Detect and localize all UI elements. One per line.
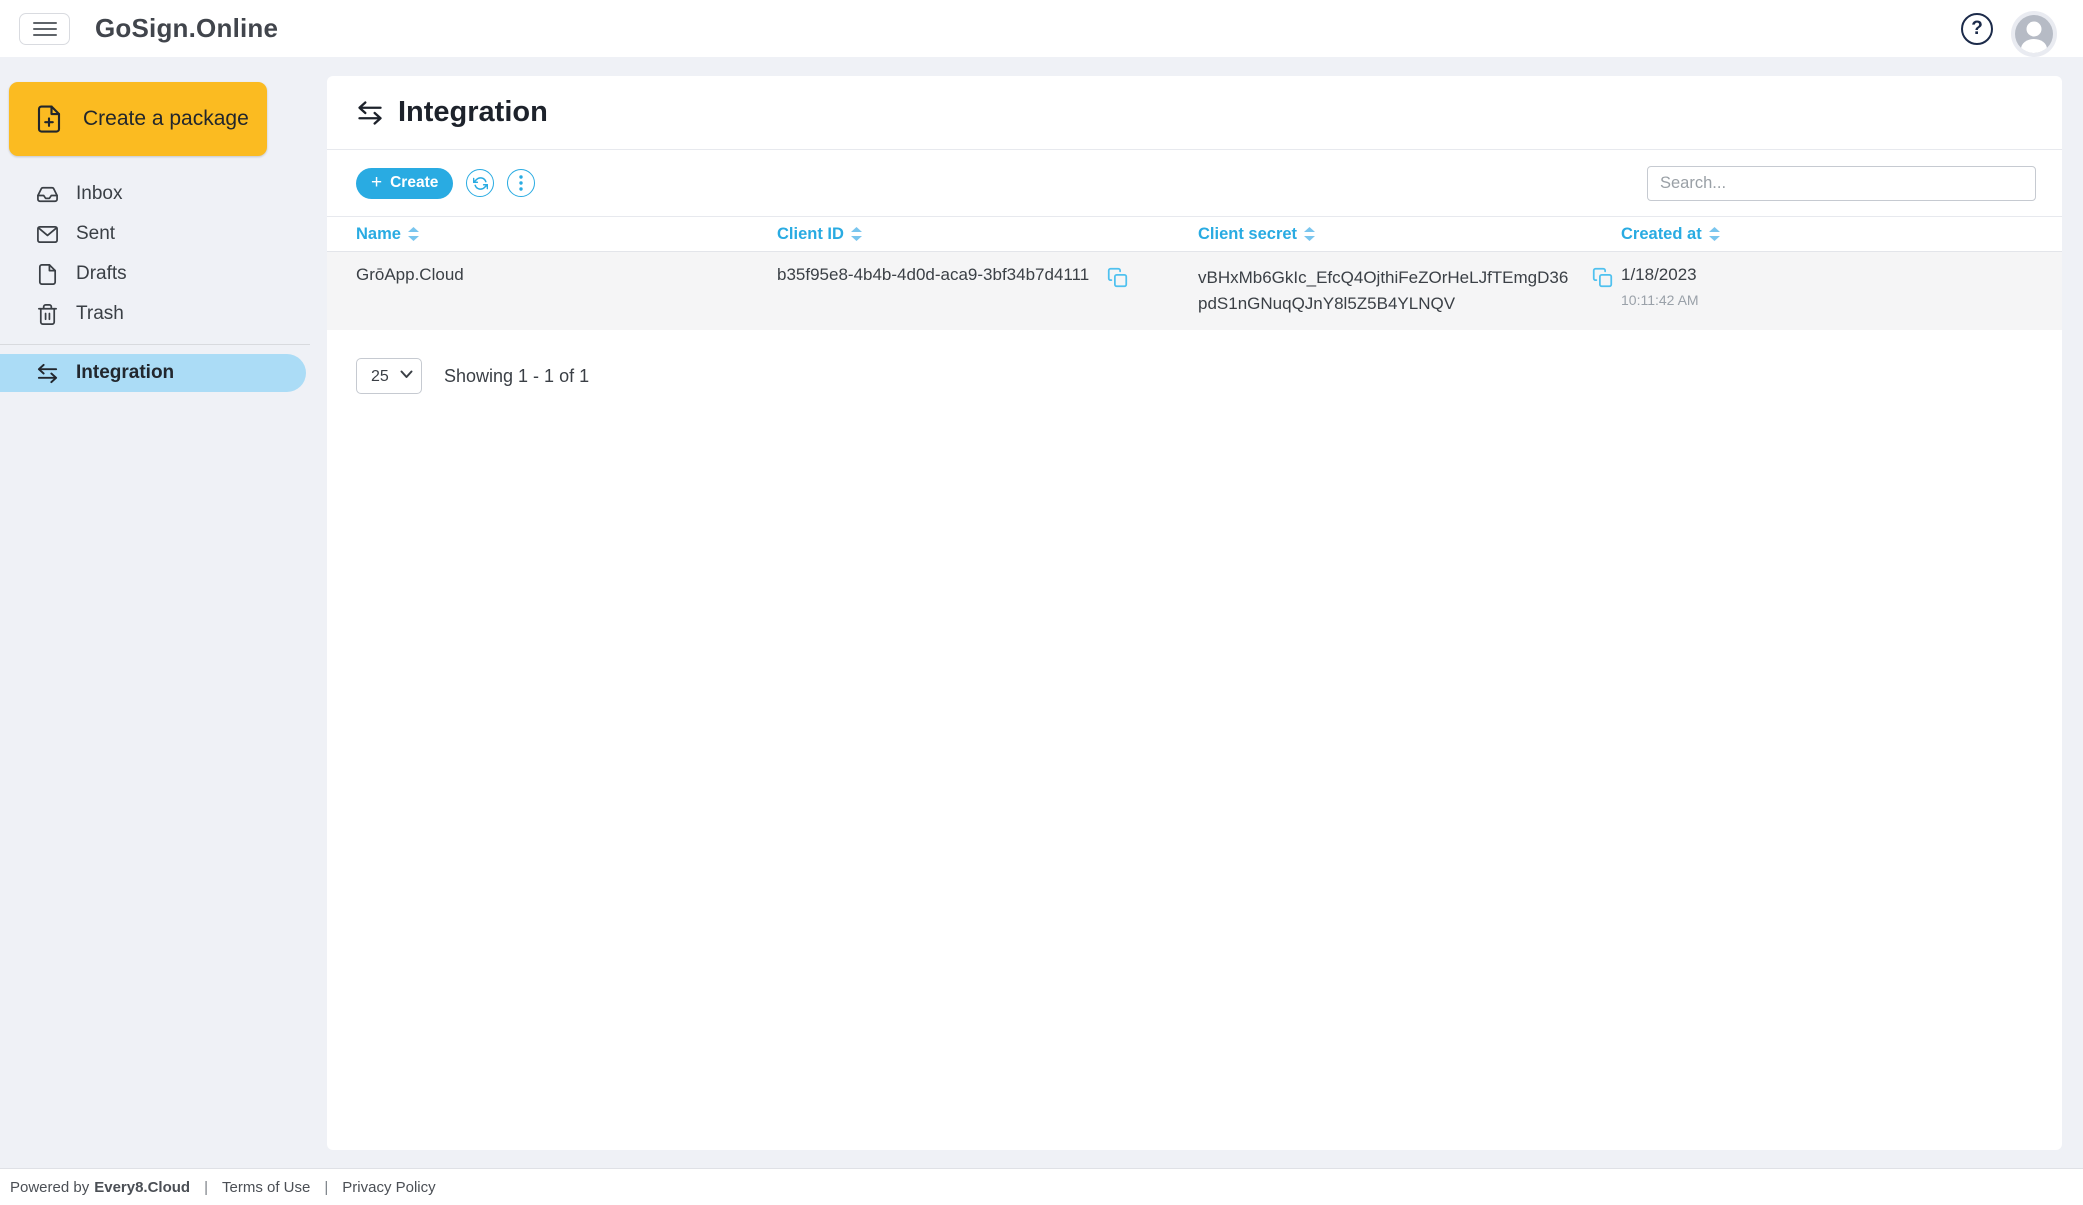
column-header-name[interactable]: Name xyxy=(356,217,777,251)
page-summary: Showing 1 - 1 of 1 xyxy=(444,366,589,387)
plus-icon: + xyxy=(371,173,382,192)
sidebar-divider xyxy=(0,344,310,345)
sidebar-item-drafts[interactable]: Drafts xyxy=(0,254,310,294)
copy-client-id-button[interactable] xyxy=(1107,266,1128,289)
create-button[interactable]: + Create xyxy=(356,168,453,199)
client-id-cell: b35f95e8-4b4b-4d0d-aca9-3bf34b7d4111 xyxy=(777,265,1198,330)
refresh-button[interactable] xyxy=(466,169,494,197)
create-package-label: Create a package xyxy=(83,107,249,131)
envelope-icon xyxy=(36,223,59,246)
sort-icon xyxy=(408,227,419,241)
client-secret-cell: vBHxMb6GkIc_EfcQ4OjthiFeZOrHeLJfTEmgD36p… xyxy=(1198,265,1621,330)
column-header-client-id[interactable]: Client ID xyxy=(777,217,1198,251)
sidebar-item-label: Inbox xyxy=(76,183,122,205)
more-options-button[interactable] xyxy=(507,169,535,197)
top-header: GoSign.Online ? xyxy=(0,0,2083,57)
panel-header: Integration xyxy=(327,76,2062,150)
sidebar-item-label: Drafts xyxy=(76,263,127,285)
sidebar: Create a package Inbox Sent Drafts xyxy=(0,57,310,392)
app-title: GoSign.Online xyxy=(95,13,278,44)
client-secret-value: vBHxMb6GkIc_EfcQ4OjthiFeZOrHeLJfTEmgD36p… xyxy=(1198,265,1574,317)
trash-icon xyxy=(36,303,59,326)
sidebar-nav: Inbox Sent Drafts Trash xyxy=(0,174,310,334)
file-plus-icon xyxy=(34,103,64,135)
swap-arrows-icon xyxy=(356,99,384,127)
topbar-right: ? xyxy=(1961,1,2057,57)
hamburger-icon xyxy=(33,21,57,37)
created-time: 10:11:42 AM xyxy=(1621,292,2062,308)
sort-icon xyxy=(1709,227,1720,241)
name-cell: GrōApp.Cloud xyxy=(356,265,777,330)
copy-client-secret-button[interactable] xyxy=(1592,266,1613,289)
main-panel: Integration + Create Name Client I xyxy=(327,76,2062,1150)
toolbar: + Create xyxy=(327,150,2062,217)
client-id-value: b35f95e8-4b4b-4d0d-aca9-3bf34b7d4111 xyxy=(777,265,1089,285)
document-icon xyxy=(36,263,59,286)
pagination: 25 Showing 1 - 1 of 1 xyxy=(356,358,2062,394)
sort-icon xyxy=(1304,227,1315,241)
footer-separator: | xyxy=(324,1179,328,1196)
powered-by-text: Powered by xyxy=(10,1179,89,1196)
footer: Powered by Every8.Cloud | Terms of Use |… xyxy=(0,1168,2083,1205)
inbox-icon xyxy=(36,183,59,206)
brand-name: Every8.Cloud xyxy=(94,1179,190,1196)
create-button-label: Create xyxy=(390,174,438,192)
kebab-menu-icon xyxy=(519,175,523,191)
help-button[interactable]: ? xyxy=(1961,13,1993,45)
copy-icon xyxy=(1107,266,1128,289)
sidebar-item-label: Trash xyxy=(76,303,124,325)
copy-icon xyxy=(1592,266,1613,289)
create-package-button[interactable]: Create a package xyxy=(9,82,267,156)
created-date: 1/18/2023 xyxy=(1621,265,2062,285)
page-title: Integration xyxy=(398,96,548,129)
user-icon xyxy=(2015,15,2053,53)
question-mark-icon: ? xyxy=(1971,18,1983,40)
column-header-client-secret[interactable]: Client secret xyxy=(1198,217,1621,251)
page-size-select[interactable]: 25 xyxy=(356,358,422,394)
refresh-icon xyxy=(473,176,488,191)
sidebar-item-integration[interactable]: Integration xyxy=(0,354,306,392)
sidebar-item-inbox[interactable]: Inbox xyxy=(0,174,310,214)
search-input[interactable] xyxy=(1647,166,2036,201)
footer-separator: | xyxy=(204,1179,208,1196)
table-row[interactable]: GrōApp.Cloud b35f95e8-4b4b-4d0d-aca9-3bf… xyxy=(327,252,2062,330)
sidebar-item-trash[interactable]: Trash xyxy=(0,294,310,334)
avatar[interactable] xyxy=(2011,11,2057,57)
table-header-row: Name Client ID Client secret Created at xyxy=(327,217,2062,252)
column-label: Client ID xyxy=(777,225,844,244)
swap-arrows-icon xyxy=(36,362,59,385)
sidebar-item-label: Integration xyxy=(76,362,174,384)
sidebar-item-sent[interactable]: Sent xyxy=(0,214,310,254)
created-at-cell: 1/18/2023 10:11:42 AM xyxy=(1621,265,2062,330)
column-label: Name xyxy=(356,225,401,244)
sort-icon xyxy=(851,227,862,241)
sidebar-item-label: Sent xyxy=(76,223,115,245)
column-header-created-at[interactable]: Created at xyxy=(1621,217,2062,251)
terms-of-use-link[interactable]: Terms of Use xyxy=(222,1179,310,1196)
privacy-policy-link[interactable]: Privacy Policy xyxy=(342,1179,435,1196)
menu-button[interactable] xyxy=(19,13,70,45)
column-label: Created at xyxy=(1621,225,1702,244)
page-size-select-wrap: 25 xyxy=(356,358,422,394)
column-label: Client secret xyxy=(1198,225,1297,244)
